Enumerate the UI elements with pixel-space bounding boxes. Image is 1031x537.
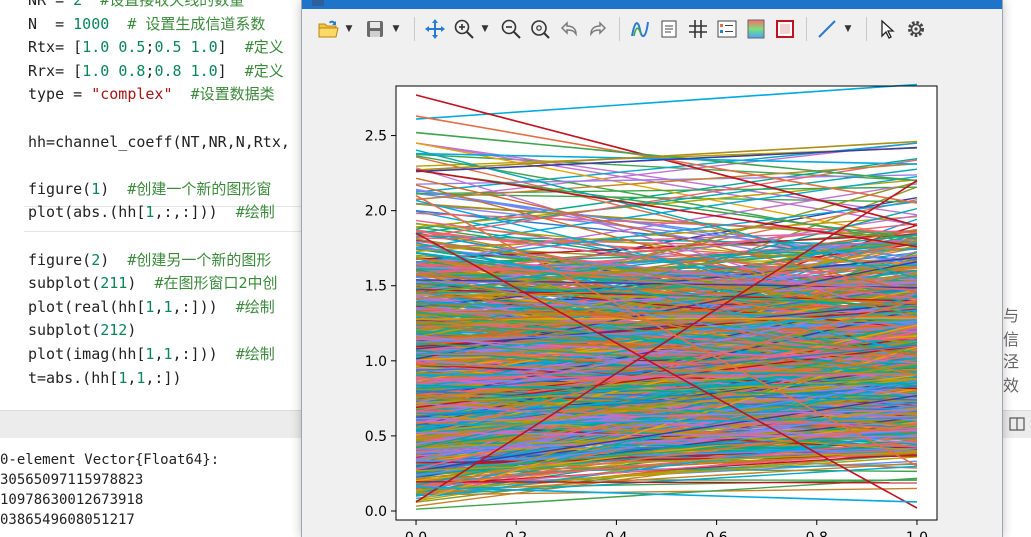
toolbar-separator <box>619 17 620 41</box>
y-tick-label: 2.0 <box>365 204 387 220</box>
code-line: t=abs.(hh[1,1,:]) <box>28 368 182 387</box>
legend-icon[interactable] <box>713 15 741 43</box>
code-line: plot(real(hh[1,1,:])) #绘制 <box>28 297 275 316</box>
window-title-bar[interactable] <box>302 0 1002 9</box>
x-tick-label: 1.0 <box>906 530 928 537</box>
box-icon[interactable] <box>771 15 799 43</box>
code-line: Rrx= [1.0 0.8;0.8 1.0] #定义 <box>28 61 284 80</box>
line-tool-dropdown-icon[interactable]: ▼ <box>842 15 854 43</box>
x-tick-label: 0.2 <box>505 530 527 537</box>
zoom-out-icon[interactable] <box>497 15 525 43</box>
clipped-comment-text: 泾效 <box>1003 352 1020 395</box>
save-dropdown-icon[interactable]: ▼ <box>390 15 402 43</box>
code-line: subplot(211) #在图形窗口2中创 <box>28 274 278 293</box>
y-tick-label: 1.5 <box>365 279 387 295</box>
code-line: N = 1000 # 设置生成信道系数 <box>28 14 266 33</box>
code-line: plot(abs.(hh[1,:,:])) #绘制 <box>28 203 275 222</box>
console-line: 0386549608051217 <box>0 512 135 528</box>
code-line: Rtx= [1.0 0.5;0.5 1.0] #定义 <box>28 38 284 57</box>
toolbar-separator <box>806 17 807 41</box>
zoom-dropdown-icon[interactable]: ▼ <box>479 15 491 43</box>
save-icon[interactable] <box>361 15 389 43</box>
figure-window[interactable]: ▼ ▼ ▼ ▼ 0.0 0.5 1.0 1.5 2.0 2.5 <box>301 0 1003 537</box>
redo-icon[interactable] <box>584 15 612 43</box>
plot-canvas[interactable]: 0.0 0.5 1.0 1.5 2.0 2.5 0.0 0.2 0.4 0.6 0.8 1.0 <box>302 49 1002 537</box>
code-line: plot(imag(hh[1,1,:])) #绘制 <box>28 345 275 363</box>
y-tick-label: 0.5 <box>365 429 387 445</box>
undo-icon[interactable] <box>555 15 583 43</box>
open-icon[interactable] <box>314 15 342 43</box>
line-chart[interactable]: 0.0 0.5 1.0 1.5 2.0 2.5 0.0 0.2 0.4 0.6 0.8 1.0 <box>302 49 1002 537</box>
zoom-in-icon[interactable] <box>450 15 478 43</box>
toolbar-separator <box>866 17 867 41</box>
window-icon <box>312 0 324 6</box>
console-line: 30565097115978823 <box>0 472 144 488</box>
clipped-comment-text: 与信 <box>1003 306 1020 349</box>
pan-icon[interactable] <box>421 15 449 43</box>
code-line: subplot(212) <box>28 321 137 340</box>
code-line: figure(1) #创建一个新的图形窗 <box>28 179 272 198</box>
console-line: 0-element Vector{Float64}: <box>0 452 220 468</box>
console-line: 10978630012673918 <box>0 492 144 508</box>
settings-icon[interactable] <box>902 15 930 43</box>
code-line: figure(2) #创建另一个新的图形 <box>28 250 272 269</box>
select-icon[interactable] <box>873 15 901 43</box>
grid-icon[interactable] <box>684 15 712 43</box>
code-line: type = "complex" #设置数据类 <box>28 85 275 104</box>
y-tick-label: 0.0 <box>365 504 387 520</box>
y-tick-label: 1.0 <box>365 354 387 370</box>
open-dropdown-icon[interactable]: ▼ <box>343 15 355 43</box>
x-tick-label: 0.0 <box>405 530 427 537</box>
colormap-icon[interactable] <box>742 15 770 43</box>
line-tool-icon[interactable] <box>813 15 841 43</box>
toolbar-separator <box>414 17 415 41</box>
code-line: NR = 2 #设置接收天线的数量 <box>28 0 245 9</box>
x-tick-label: 0.4 <box>605 530 627 537</box>
y-tick-label: 2.5 <box>365 129 387 145</box>
zoom-fit-icon[interactable] <box>526 15 554 43</box>
text-icon[interactable] <box>655 15 683 43</box>
x-tick-label: 0.6 <box>705 530 727 537</box>
curve-icon[interactable] <box>626 15 654 43</box>
split-panel-icon[interactable] <box>1001 410 1031 437</box>
code-line: hh=channel_coeff(NT,NR,N,Rtx, <box>28 132 290 151</box>
x-tick-label: 0.8 <box>806 530 828 537</box>
figure-toolbar: ▼ ▼ ▼ ▼ <box>302 9 1002 49</box>
